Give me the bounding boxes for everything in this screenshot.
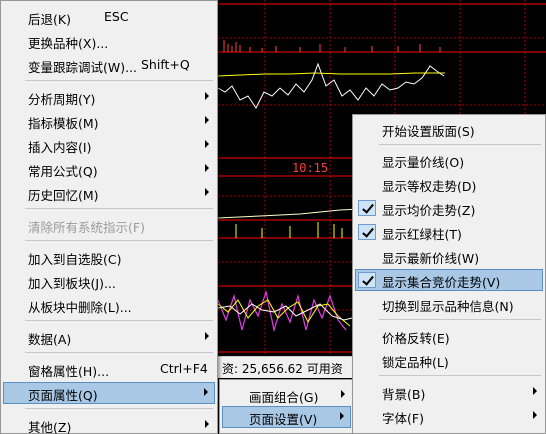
menu-item-label: 其他(Z) — [28, 420, 72, 434]
submenu-arrow-icon — [205, 140, 209, 148]
context-menu-main: 后退(K) ESC 更换品种(X)... 变量跟踪调试(W)... Shift+… — [0, 0, 218, 434]
menu-item-label: 分析周期(Y) — [28, 92, 96, 107]
menu-item-show-red-green-bars[interactable]: 显示红绿柱(T) — [355, 221, 543, 243]
menu-item-show-call-auction[interactable]: 显示集合竞价走势(V) — [355, 269, 543, 291]
menu-item-label: 常用公式(Q) — [28, 164, 98, 179]
menu-separator — [379, 375, 541, 376]
checkmark-icon — [358, 272, 376, 288]
menu-item-shortcut: ESC — [104, 9, 129, 24]
menu-item-label: 指标模板(M) — [28, 116, 99, 131]
menu-item-label: 锁定品种(L) — [382, 355, 449, 370]
menu-item-label: 显示均价走势(Z) — [382, 203, 476, 218]
menu-item-add-to-watchlist[interactable]: 加入到自选股(C) — [3, 246, 215, 268]
menu-item-label: 后退(K) — [28, 12, 71, 27]
menu-item-label: 更换品种(X)... — [28, 36, 109, 51]
menu-item-background[interactable]: 背景(B) — [355, 381, 543, 403]
menu-separator — [25, 408, 213, 409]
submenu-arrow-icon — [533, 387, 537, 395]
menu-separator — [25, 240, 213, 241]
menu-separator — [379, 319, 541, 320]
status-text: 资: 25,656.62 可用资 — [222, 362, 343, 376]
menu-item-label: 显示最新价线(W) — [382, 251, 480, 266]
checkmark-icon — [358, 224, 376, 240]
menu-item-label: 加入到板块(J)... — [28, 276, 116, 291]
submenu-arrow-icon — [205, 164, 209, 172]
menu-item-label: 从板块中删除(L)... — [28, 300, 132, 315]
menu-item-label: 变量跟踪调试(W)... — [28, 60, 138, 75]
menu-item-other[interactable]: 其他(Z) — [3, 414, 215, 434]
menu-item-add-to-sector[interactable]: 加入到板块(J)... — [3, 270, 215, 292]
chart-time-label: 10:15 — [292, 161, 329, 175]
submenu-arrow-icon — [205, 332, 209, 340]
menu-item-lock-symbol[interactable]: 锁定品种(L) — [355, 349, 543, 371]
menu-item-switch-symbol-info[interactable]: 切换到显示品种信息(N) — [355, 293, 543, 315]
menu-item-change-symbol[interactable]: 更换品种(X)... — [3, 30, 215, 52]
menu-item-label: 窗格属性(H)... — [28, 364, 110, 379]
menu-separator — [25, 208, 213, 209]
menu-item-pane-properties[interactable]: 窗格属性(H)... Ctrl+F4 — [3, 358, 215, 380]
menu-item-label: 加入到自选股(C) — [28, 252, 122, 267]
menu-item-label: 页面属性(Q) — [28, 388, 98, 403]
menu-item-label: 页面设置(V) — [249, 412, 318, 427]
context-submenu-page-settings: 开始设置版面(S) 显示量价线(O) 显示等权走势(D) 显示均价走势(Z) 显… — [352, 114, 546, 434]
menu-separator — [25, 320, 213, 321]
menu-item-label: 清除所有系统指示(F) — [28, 220, 145, 235]
menu-item-show-equal-weight[interactable]: 显示等权走势(D) — [355, 173, 543, 195]
menu-item-label: 插入内容(I) — [28, 140, 92, 155]
menu-item-label: 显示量价线(O) — [382, 155, 465, 170]
menu-item-remove-from-sector[interactable]: 从板块中删除(L)... — [3, 294, 215, 316]
menu-item-label: 数据(A) — [28, 332, 72, 347]
context-submenu-page-properties: 画面组合(G) 页面设置(V) — [219, 379, 354, 434]
submenu-arrow-icon — [341, 390, 345, 398]
menu-item-font[interactable]: 字体(F) — [355, 405, 543, 427]
menu-item-analysis-period[interactable]: 分析周期(Y) — [3, 86, 215, 108]
menu-item-label: 切换到显示品种信息(N) — [382, 299, 514, 314]
menu-item-indicator-template[interactable]: 指标模板(M) — [3, 110, 215, 132]
menu-item-label: 画面组合(G) — [249, 390, 319, 405]
menu-item-start-layout[interactable]: 开始设置版面(S) — [355, 118, 543, 140]
submenu-arrow-icon — [340, 412, 344, 420]
menu-item-label: 背景(B) — [382, 387, 426, 402]
menu-item-page-properties[interactable]: 页面属性(Q) — [3, 382, 215, 404]
submenu-arrow-icon — [533, 411, 537, 419]
menu-item-back[interactable]: 后退(K) ESC — [3, 6, 215, 28]
menu-item-show-average-price[interactable]: 显示均价走势(Z) — [355, 197, 543, 219]
menu-item-show-volume-price-line[interactable]: 显示量价线(O) — [355, 149, 543, 171]
menu-item-label: 显示等权走势(D) — [382, 179, 477, 194]
menu-item-label: 历史回忆(M) — [28, 188, 99, 203]
menu-item-show-latest-price-line[interactable]: 显示最新价线(W) — [355, 245, 543, 267]
menu-item-page-settings[interactable]: 页面设置(V) — [222, 406, 351, 428]
submenu-arrow-icon — [204, 388, 208, 396]
menu-item-history-recall[interactable]: 历史回忆(M) — [3, 182, 215, 204]
status-bar: 资: 25,656.62 可用资 — [218, 356, 354, 378]
menu-item-data[interactable]: 数据(A) — [3, 326, 215, 348]
menu-item-label: 价格反转(E) — [382, 331, 450, 346]
checkmark-icon — [358, 200, 376, 216]
menu-item-label: 显示红绿柱(T) — [382, 227, 462, 242]
submenu-arrow-icon — [205, 188, 209, 196]
submenu-arrow-icon — [205, 420, 209, 428]
menu-item-price-reverse[interactable]: 价格反转(E) — [355, 325, 543, 347]
submenu-arrow-icon — [205, 116, 209, 124]
menu-item-insert-content[interactable]: 插入内容(I) — [3, 134, 215, 156]
menu-item-label: 显示集合竞价走势(V) — [382, 275, 501, 290]
menu-separator — [25, 80, 213, 81]
menu-item-clear-system-indicators[interactable]: 清除所有系统指示(F) — [3, 214, 215, 236]
submenu-arrow-icon — [205, 92, 209, 100]
menu-item-label: 字体(F) — [382, 411, 424, 426]
menu-separator — [379, 144, 541, 145]
menu-separator — [25, 352, 213, 353]
menu-item-screen-combination[interactable]: 画面组合(G) — [222, 384, 351, 406]
menu-item-shortcut: Ctrl+F4 — [160, 361, 208, 376]
menu-item-shortcut: Shift+Q — [141, 57, 190, 72]
menu-item-label: 开始设置版面(S) — [382, 124, 475, 139]
menu-item-variable-debug[interactable]: 变量跟踪调试(W)... Shift+Q — [3, 54, 215, 76]
menu-item-common-formula[interactable]: 常用公式(Q) — [3, 158, 215, 180]
